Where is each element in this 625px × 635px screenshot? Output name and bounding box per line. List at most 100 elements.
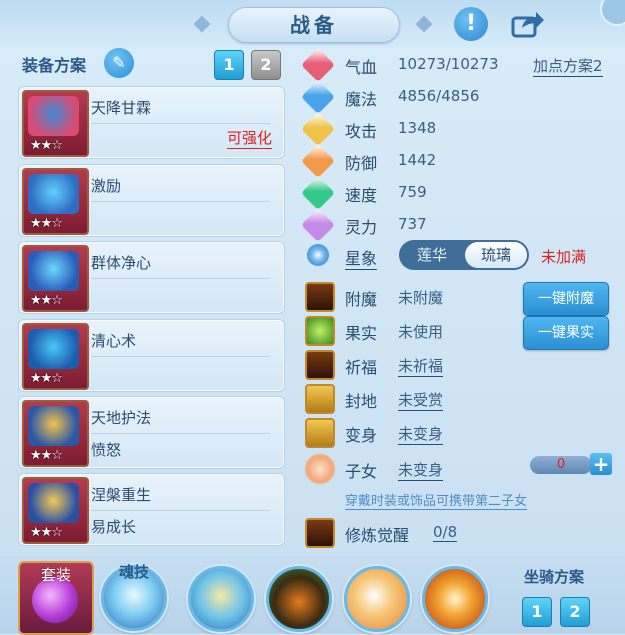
equip-art-icon [28, 483, 79, 523]
enhance-value: 未附魔 [398, 289, 444, 307]
equip-sub: 愤怒 [91, 441, 122, 459]
enhance-icon [305, 316, 335, 346]
equip-name: 天降甘霖 [91, 99, 152, 117]
enhance-label: 祈福 [345, 358, 378, 377]
enhance-label: 变身 [345, 426, 378, 445]
enhance-value[interactable]: 未变身 [398, 423, 444, 445]
skill-slot-1[interactable] [188, 566, 254, 632]
points-plan-link[interactable]: 加点方案2 [533, 55, 603, 77]
equip-art-icon [28, 251, 79, 291]
one-click-fruit-button[interactable]: 一键果实 [523, 316, 609, 350]
divider [91, 278, 270, 279]
enhance-value[interactable]: 未变身 [398, 459, 444, 481]
enhance-label: 附魔 [345, 290, 378, 309]
awaken-value[interactable]: 0/8 [433, 523, 458, 542]
equip-sub: 易成长 [91, 518, 137, 536]
awaken-label: 修炼觉醒 [345, 526, 410, 545]
star-rating: ★★☆ [30, 138, 63, 153]
add-child-button[interactable]: + [590, 453, 612, 475]
equip-card[interactable]: ★★☆ 涅槃重生易成长 [18, 473, 285, 546]
plus-icon: + [592, 452, 610, 476]
equip-art-icon [28, 174, 79, 214]
equip-name: 清心术 [91, 332, 137, 350]
enhance-label: 果实 [345, 324, 378, 343]
star-rating: ★★☆ [30, 371, 63, 386]
enhance-value[interactable]: 未祈福 [398, 355, 444, 377]
stat-value: 1442 [398, 151, 437, 169]
stat-label: 攻击 [345, 122, 378, 141]
equip-name: 天地护法 [91, 409, 152, 427]
stat-icon [301, 144, 335, 178]
constellation-label[interactable]: 星象 [345, 245, 378, 270]
constellation-option-liuli[interactable]: 琉璃 [465, 242, 527, 268]
equip-card[interactable]: ★★☆ 天降甘霖可强化 [18, 86, 285, 159]
enhance-icon [305, 418, 335, 448]
awaken-icon [305, 518, 335, 548]
share-button[interactable] [510, 8, 546, 40]
skill-slot-3[interactable] [344, 566, 410, 632]
star-rating: ★★☆ [30, 448, 63, 463]
enhance-icon [305, 350, 335, 380]
divider [91, 433, 270, 434]
edit-plan-button[interactable]: ✎ [104, 48, 134, 78]
stat-label: 防御 [345, 154, 378, 173]
info-button[interactable]: ! [454, 7, 488, 41]
equip-icon-frame: ★★☆ [22, 245, 89, 312]
enhance-value[interactable]: 未受赏 [398, 389, 444, 411]
page-title: 战备 [228, 7, 400, 43]
stat-icon [301, 208, 335, 242]
constellation-option-lianhua[interactable]: 莲华 [401, 242, 463, 268]
stat-icon [301, 48, 335, 82]
enhance-value: 未使用 [398, 323, 444, 341]
divider [91, 510, 270, 511]
equip-plan-tab-1[interactable]: 1 [214, 50, 244, 80]
exclamation-icon: ! [465, 11, 477, 36]
child-count-slider[interactable]: 0 [530, 456, 592, 474]
stat-icon [301, 112, 335, 146]
enhance-icon [305, 454, 335, 484]
soul-skill-button[interactable]: 魂技 [98, 561, 170, 631]
equip-art-icon [28, 96, 79, 136]
constellation-icon [307, 244, 329, 266]
child-hint-link[interactable]: 穿戴时装或饰品可携带第二子女 [345, 490, 528, 510]
equip-card[interactable]: ★★☆ 激励 [18, 164, 285, 237]
soul-skill-label: 魂技 [118, 563, 149, 581]
stat-label: 速度 [345, 186, 378, 205]
mount-plan-tab-2[interactable]: 2 [560, 597, 590, 627]
stat-icon [301, 176, 335, 210]
equip-icon-frame: ★★☆ [22, 168, 89, 235]
constellation-toggle[interactable]: 莲华 琉璃 [399, 240, 529, 270]
child-count-value: 0 [556, 457, 566, 472]
equip-card[interactable]: ★★☆ 清心术 [18, 319, 285, 392]
suit-button[interactable]: 套装 [18, 561, 94, 635]
share-icon [511, 12, 544, 38]
stat-value: 759 [398, 183, 427, 201]
equip-icon-frame: ★★☆ [22, 477, 89, 544]
skill-slot-2[interactable] [266, 566, 332, 632]
one-click-enchant-button[interactable]: 一键附魔 [523, 282, 609, 316]
enhance-icon [305, 384, 335, 414]
skill-slot-4[interactable] [422, 566, 488, 632]
equip-name: 激励 [91, 177, 122, 195]
equip-name: 群体净心 [91, 254, 152, 272]
enhance-label: 子女 [345, 462, 378, 481]
equip-card[interactable]: ★★☆ 天地护法愤怒 [18, 396, 285, 469]
stat-value: 10273/10273 [398, 55, 499, 73]
suit-label: 套装 [40, 566, 71, 584]
star-rating: ★★☆ [30, 216, 63, 231]
divider [91, 123, 270, 124]
equip-icon-frame: ★★☆ [22, 400, 89, 467]
stat-value: 4856/4856 [398, 87, 480, 105]
divider [91, 201, 270, 202]
constellation-status: 未加满 [541, 248, 587, 266]
star-rating: ★★☆ [30, 525, 63, 540]
equip-plan-tab-2[interactable]: 2 [251, 50, 281, 80]
mount-plan-tab-1[interactable]: 1 [522, 597, 552, 627]
stat-value: 1348 [398, 119, 437, 137]
enhance-label: 封地 [345, 392, 378, 411]
pencil-icon: ✎ [112, 53, 126, 72]
equip-name: 涅槃重生 [91, 486, 152, 504]
upgrade-link[interactable]: 可强化 [226, 127, 272, 149]
equip-card[interactable]: ★★☆ 群体净心 [18, 241, 285, 314]
equip-art-icon [28, 406, 79, 446]
